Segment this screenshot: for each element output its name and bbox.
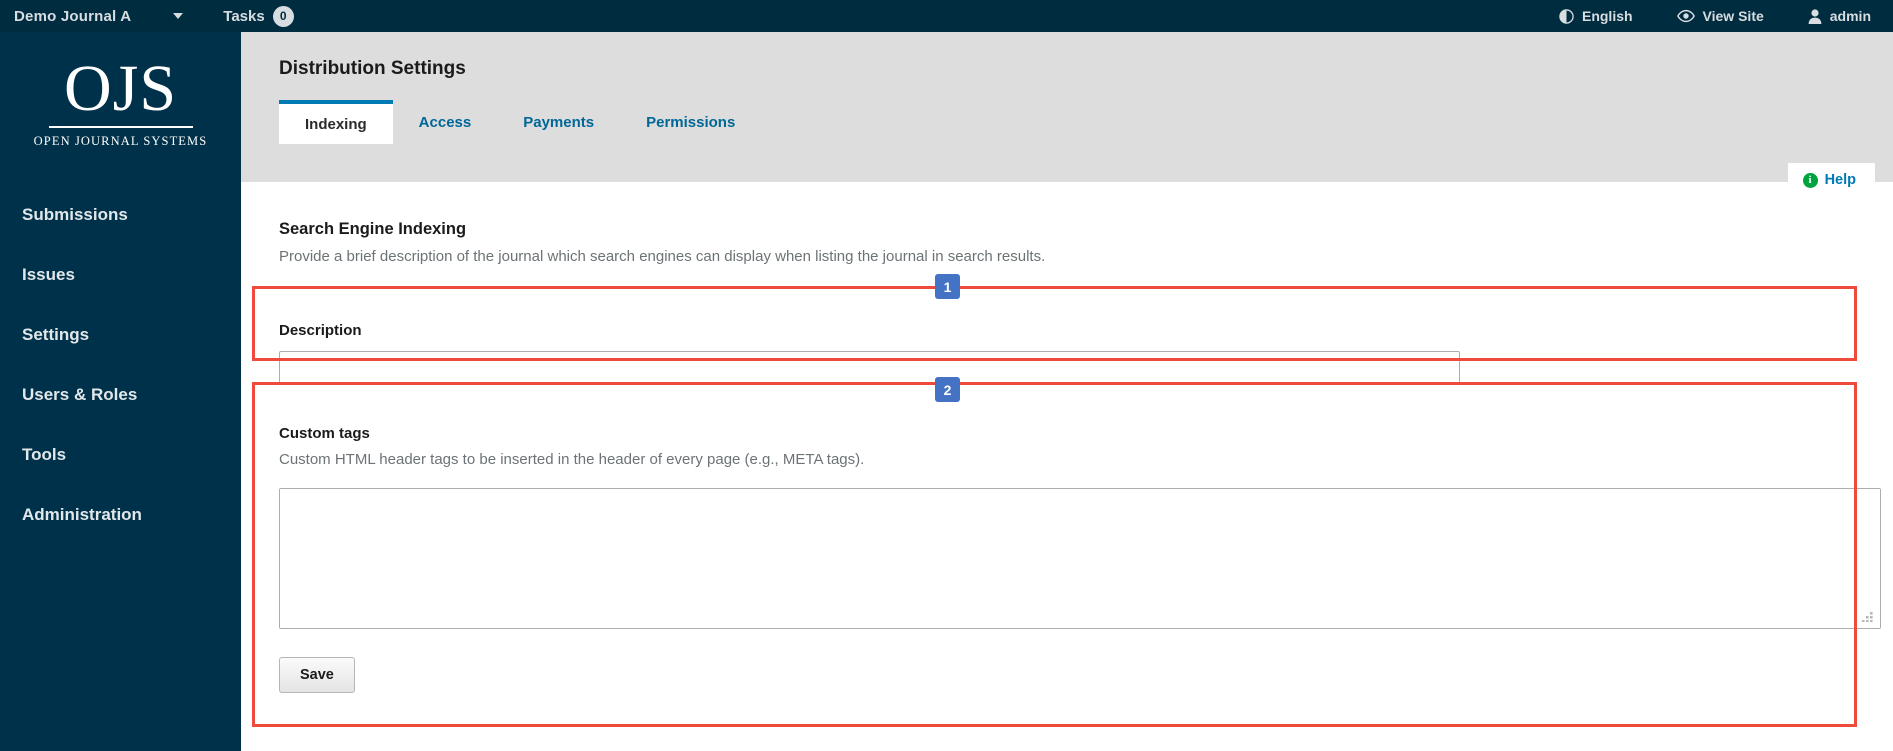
tab-payments[interactable]: Payments: [497, 100, 620, 144]
indexing-settings-panel: Search Engine Indexing Provide a brief d…: [241, 182, 1893, 751]
tasks-count-badge: 0: [272, 5, 294, 27]
tasks-button[interactable]: Tasks 0: [223, 0, 294, 32]
eye-icon: [1676, 9, 1695, 23]
journal-name-label: Demo Journal A: [14, 7, 132, 25]
chevron-down-icon: [173, 13, 184, 19]
description-field-group: Description: [279, 322, 1460, 385]
journal-selector[interactable]: Demo Journal A: [14, 0, 184, 32]
section-description: Provide a brief description of the journ…: [279, 248, 1046, 265]
ojs-logo-subtitle: OPEN JOURNAL SYSTEMS: [33, 134, 208, 148]
main-content-area: Distribution Settings Indexing Access Pa…: [241, 32, 1893, 751]
custom-tags-textarea[interactable]: [279, 488, 1881, 629]
top-navigation-bar: Demo Journal A Tasks 0 English View Site…: [0, 0, 1893, 32]
tab-access[interactable]: Access: [393, 100, 498, 144]
user-icon: [1808, 8, 1822, 24]
description-input[interactable]: [279, 351, 1460, 385]
custom-tags-description: Custom HTML header tags to be inserted i…: [279, 451, 865, 468]
tasks-label: Tasks: [223, 7, 265, 25]
sidebar-item-issues[interactable]: Issues: [0, 245, 241, 305]
info-icon: i: [1802, 172, 1818, 188]
sidebar-item-administration[interactable]: Administration: [0, 485, 241, 545]
description-field-label: Description: [279, 322, 362, 339]
sidebar-item-settings[interactable]: Settings: [0, 305, 241, 365]
help-label: Help: [1824, 172, 1856, 188]
globe-icon: [1559, 8, 1574, 24]
sidebar-item-users-and-roles[interactable]: Users & Roles: [0, 365, 241, 425]
custom-tags-label: Custom tags: [279, 425, 370, 442]
sidebar-navigation: OJS OPEN JOURNAL SYSTEMS Submissions Iss…: [0, 32, 241, 751]
view-site-link[interactable]: View Site: [1676, 8, 1764, 24]
page-title: Distribution Settings: [279, 58, 466, 79]
top-right-menu: English View Site admin: [1515, 0, 1893, 32]
ojs-logo-text: OJS: [63, 52, 178, 125]
sidebar-item-tools[interactable]: Tools: [0, 425, 241, 485]
tab-indexing[interactable]: Indexing: [279, 100, 393, 144]
settings-tab-bar: Indexing Access Payments Permissions: [241, 100, 1893, 144]
user-account-menu[interactable]: admin: [1808, 8, 1871, 24]
language-selector[interactable]: English: [1559, 8, 1633, 24]
logo-divider: [48, 126, 193, 128]
save-button[interactable]: Save: [279, 657, 355, 693]
custom-tags-textarea-wrapper: [279, 488, 1881, 629]
help-button[interactable]: i Help: [1787, 163, 1875, 197]
language-label: English: [1581, 8, 1633, 24]
username-label: admin: [1829, 8, 1871, 24]
ojs-logo: OJS OPEN JOURNAL SYSTEMS: [0, 52, 241, 149]
view-site-label: View Site: [1702, 8, 1764, 24]
tab-permissions[interactable]: Permissions: [620, 100, 761, 144]
custom-tags-field-group: Custom tags Custom HTML header tags to b…: [279, 425, 1881, 693]
sidebar-menu: Submissions Issues Settings Users & Role…: [0, 185, 241, 545]
sidebar-item-submissions[interactable]: Submissions: [0, 185, 241, 245]
section-heading: Search Engine Indexing: [279, 220, 467, 238]
